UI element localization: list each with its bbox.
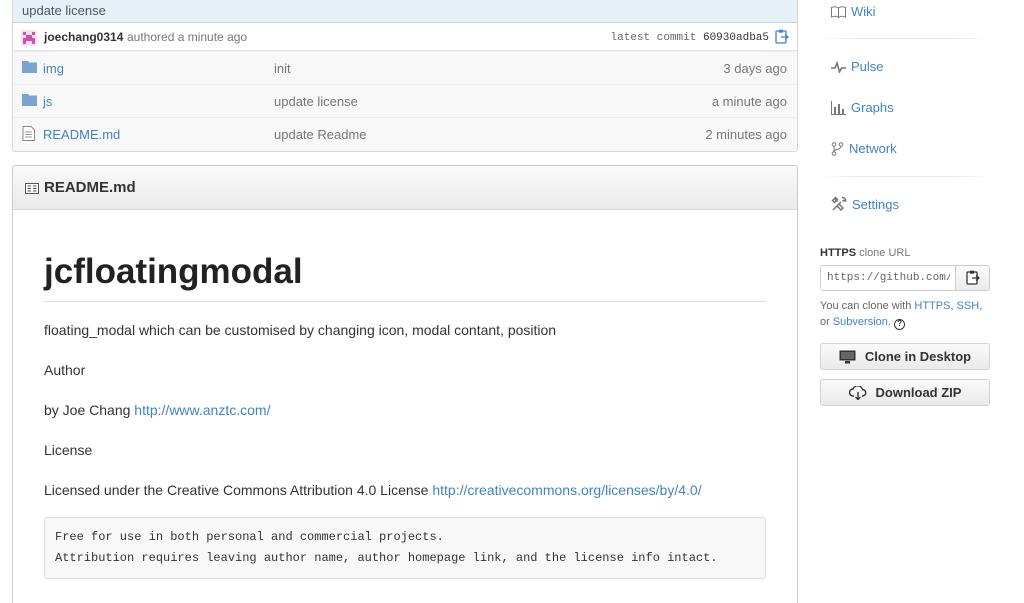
ssh-link[interactable]: SSH — [957, 300, 980, 312]
author-heading: Author — [44, 362, 86, 378]
clipboard-icon — [966, 270, 980, 285]
clone-in-desktop-label: Clone in Desktop — [864, 349, 972, 364]
cloud-download-icon — [848, 385, 866, 400]
clone-help-or: or — [820, 316, 830, 328]
license-link[interactable]: http://creativecommons.org/licenses/by/4… — [432, 482, 701, 498]
readme-body: jcfloatingmodal floating_modal which can… — [13, 250, 797, 579]
author-line: by Joe Chang http://www.anztc.com/ — [44, 400, 766, 421]
file-commit-message[interactable]: init — [274, 61, 291, 76]
download-zip-label: Download ZIP — [875, 385, 962, 400]
page-title: jcfloatingmodal — [44, 250, 766, 302]
help-icon[interactable]: ? — [894, 319, 906, 330]
file-age: a minute ago — [711, 94, 787, 109]
readme-description: floating_modal which can be customised b… — [44, 322, 557, 338]
commit-sha[interactable]: 60930adba5 — [703, 32, 769, 44]
author-homepage-link[interactable]: http://www.anztc.com/ — [134, 402, 270, 418]
sidebar-divider — [820, 176, 990, 177]
clone-help-separator: , — [979, 300, 983, 312]
pulse-icon — [831, 60, 846, 73]
book-icon — [25, 182, 39, 197]
sidebar-item-graphs[interactable]: Graphs — [831, 100, 894, 115]
sidebar-divider — [820, 38, 990, 39]
readme-title: README.md — [44, 179, 136, 196]
download-zip-button[interactable]: Download ZIP — [820, 379, 990, 406]
sidebar-item-label: Network — [849, 141, 897, 156]
license-prefix: Licensed under the Creative Commons Attr… — [44, 482, 433, 498]
file-commit-message[interactable]: update Readme — [274, 127, 367, 142]
readme-panel: README.md jcfloatingmodal floating_modal… — [12, 165, 798, 603]
sidebar-item-label: Wiki — [851, 4, 876, 19]
avatar[interactable] — [21, 30, 37, 46]
graph-icon — [831, 100, 846, 115]
file-commit-message[interactable]: update license — [274, 94, 358, 109]
license-heading: License — [44, 442, 93, 458]
clone-url-label: HTTPS clone URL — [820, 247, 910, 259]
author-prefix: by Joe Chang — [44, 402, 135, 418]
file-browser: update license joechang0314 authored a m… — [12, 0, 798, 152]
sidebar-item-settings[interactable]: Settings — [831, 196, 899, 212]
clone-help-text: You can clone with HTTPS, SSH, or Subvers… — [820, 298, 995, 330]
latest-commit: latest commit 60930adba5 — [611, 32, 769, 44]
clone-label-suffix: clone URL — [859, 247, 911, 259]
clone-help-period: . — [887, 316, 891, 328]
folder-icon — [22, 60, 37, 76]
folder-icon — [22, 93, 37, 109]
file-link[interactable]: img — [43, 61, 64, 76]
file-link[interactable]: README.md — [43, 127, 120, 142]
desktop-icon — [839, 350, 856, 363]
latest-commit-label: latest commit — [610, 32, 697, 44]
clone-in-desktop-button[interactable]: Clone in Desktop — [820, 343, 990, 370]
file-text-icon — [22, 126, 35, 144]
file-age: 3 days ago — [723, 61, 787, 76]
file-row: README.md update Readme 2 minutes ago — [13, 117, 797, 150]
file-age: 2 minutes ago — [705, 127, 787, 142]
network-icon — [831, 141, 844, 156]
clone-help-separator: , — [950, 300, 954, 312]
copy-url-button[interactable] — [955, 266, 989, 290]
file-link[interactable]: js — [43, 94, 52, 109]
commit-time: authored a minute ago — [127, 30, 248, 44]
commit-meta: joechang0314 authored a minute ago lates… — [13, 23, 797, 51]
readme-header: README.md — [13, 166, 797, 210]
file-row: js update license a minute ago — [13, 84, 797, 117]
code-block: Free for use in both personal and commer… — [44, 517, 766, 579]
sidebar-item-wiki[interactable]: Wiki — [831, 4, 876, 19]
clone-help-prefix: You can clone with — [820, 300, 915, 312]
https-link[interactable]: HTTPS — [914, 300, 950, 312]
sidebar-item-label: Pulse — [851, 59, 884, 74]
sidebar-item-label: Graphs — [851, 100, 894, 115]
sidebar-item-network[interactable]: Network — [831, 141, 897, 156]
sidebar-item-pulse[interactable]: Pulse — [831, 59, 884, 74]
commit-author[interactable]: joechang0314 — [44, 30, 123, 44]
commit-message[interactable]: update license — [13, 0, 797, 23]
book-icon — [831, 5, 846, 18]
subversion-link[interactable]: Subversion — [833, 316, 888, 328]
file-row: img init 3 days ago — [13, 51, 797, 84]
sidebar-item-label: Settings — [852, 196, 899, 212]
clipboard-icon[interactable] — [775, 29, 790, 44]
clone-protocol[interactable]: HTTPS — [820, 247, 856, 259]
clone-url-input[interactable] — [821, 266, 956, 290]
license-line: Licensed under the Creative Commons Attr… — [44, 480, 766, 501]
clone-url-box — [820, 265, 990, 291]
tools-icon — [831, 196, 847, 212]
